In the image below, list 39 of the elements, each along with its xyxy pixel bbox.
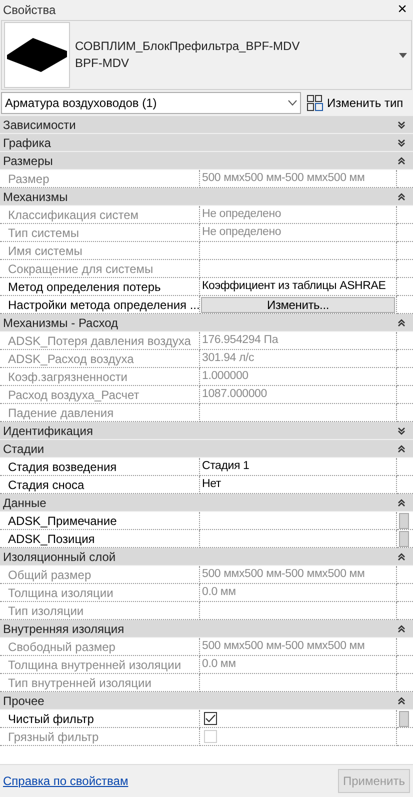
close-button[interactable]: × — [398, 2, 407, 18]
section-header[interactable]: Графика — [0, 134, 413, 152]
dropdown-arrow-icon — [399, 52, 407, 58]
family-name: СОВПЛИМ_БлокПрефильтра_BPF-MDV — [75, 38, 301, 55]
section-header[interactable]: Внутренняя изоляция — [0, 620, 413, 638]
preview-drawing — [7, 37, 67, 73]
section-header[interactable]: Данные — [0, 494, 413, 512]
edit-type-button[interactable]: Изменить тип — [305, 92, 406, 114]
side-button[interactable] — [399, 512, 409, 528]
edit-type-icon — [307, 95, 323, 111]
collapse-icon — [398, 552, 405, 560]
collapse-icon — [398, 192, 405, 200]
expand-icon — [398, 138, 405, 146]
side-button[interactable] — [399, 710, 409, 726]
section-header[interactable]: Механизмы - Расход — [0, 314, 413, 332]
section-header[interactable]: Идентификация — [0, 422, 413, 440]
section-header[interactable]: Размеры — [0, 152, 413, 170]
edit-button[interactable]: Изменить... — [201, 296, 395, 312]
section-header[interactable]: Изоляционный слой — [0, 548, 413, 566]
expand-icon — [398, 426, 405, 434]
panel-title: Свойства — [3, 2, 56, 19]
type-selector[interactable]: СОВПЛИМ_БлокПрефильтра_BPF-MDV BPF-MDV — [1, 20, 412, 90]
section-header[interactable]: Прочее — [0, 692, 413, 710]
expand-icon — [398, 120, 405, 128]
help-link[interactable]: Справка по свойствам — [3, 772, 128, 790]
collapse-icon — [398, 444, 405, 452]
section-header[interactable]: Зависимости — [0, 116, 413, 134]
collapse-icon — [398, 156, 405, 164]
section-header[interactable]: Стадии — [0, 440, 413, 458]
side-button[interactable] — [399, 530, 409, 546]
section-header[interactable]: Механизмы — [0, 188, 413, 206]
collapse-icon — [398, 318, 405, 326]
collapse-icon — [398, 498, 405, 506]
collapse-icon — [398, 624, 405, 632]
chevron-down-icon — [288, 100, 297, 106]
checkbox[interactable] — [204, 712, 217, 725]
category-dropdown[interactable]: Арматура воздуховодов (1) — [1, 92, 301, 114]
collapse-icon — [398, 696, 405, 704]
type-name: BPF-MDV — [75, 55, 130, 72]
